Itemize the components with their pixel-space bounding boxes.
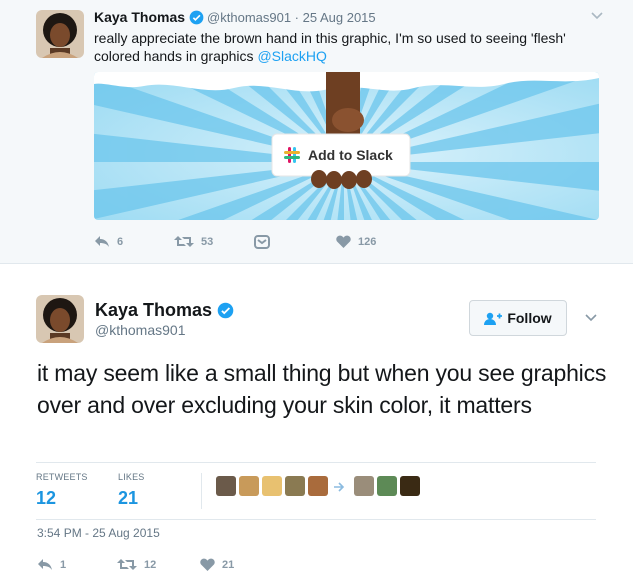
tweet-text: it may seem like a small thing but when … xyxy=(37,360,607,418)
liker-avatar[interactable] xyxy=(400,476,420,496)
liker-avatar[interactable] xyxy=(354,476,374,496)
tweet-text: really appreciate the brown hand in this… xyxy=(94,29,609,65)
like-count: 126 xyxy=(358,235,377,248)
mention-link[interactable]: @SlackHQ xyxy=(257,48,326,64)
author-handle[interactable]: @kthomas901 xyxy=(95,322,185,338)
retweets-stat[interactable]: RETWEETS 12 xyxy=(36,472,88,509)
liker-avatar[interactable] xyxy=(308,476,328,496)
author-name[interactable]: Kaya Thomas xyxy=(95,300,234,321)
avatar[interactable] xyxy=(36,10,84,58)
reply-count: 6 xyxy=(117,235,124,248)
likes-label: LIKES xyxy=(118,472,145,482)
likes-stat[interactable]: LIKES 21 xyxy=(118,472,145,509)
reply-icon xyxy=(38,559,52,570)
tweet-timestamp[interactable]: 3:54 PM - 25 Aug 2015 xyxy=(37,526,160,540)
retweet-count: 12 xyxy=(144,558,157,571)
like-action[interactable]: 21 xyxy=(200,558,234,571)
liker-avatar[interactable] xyxy=(285,476,305,496)
author-name[interactable]: Kaya Thomas xyxy=(94,9,185,25)
retweet-count: 53 xyxy=(201,235,214,248)
liker-avatar[interactable] xyxy=(239,476,259,496)
tweet-text-body: really appreciate the brown hand in this… xyxy=(94,30,566,64)
parent-tweet[interactable]: Kaya Thomas @kthomas901 · 25 Aug 2015 re… xyxy=(0,0,633,264)
chevron-down-icon[interactable] xyxy=(591,8,603,23)
author-name-text[interactable]: Kaya Thomas xyxy=(95,300,212,321)
verified-icon xyxy=(189,10,204,24)
verified-icon xyxy=(217,302,234,319)
retweet-icon xyxy=(174,236,194,247)
reply-icon xyxy=(95,236,109,247)
tweet-stats: RETWEETS 12 LIKES 21 xyxy=(36,462,596,520)
chevron-down-icon[interactable] xyxy=(585,310,597,325)
author-meta[interactable]: @kthomas901 · 25 Aug 2015 xyxy=(207,10,376,25)
like-icon xyxy=(336,235,351,248)
liker-avatar[interactable] xyxy=(216,476,236,496)
like-count: 21 xyxy=(222,558,235,571)
liker-avatar[interactable] xyxy=(332,480,346,494)
follow-label: Follow xyxy=(507,310,552,326)
dm-icon xyxy=(254,235,270,249)
retweet-action[interactable]: 53 xyxy=(174,235,213,248)
reply-action[interactable]: 1 xyxy=(37,558,66,571)
retweets-count: 12 xyxy=(36,488,57,508)
dm-action[interactable] xyxy=(254,235,277,249)
like-action[interactable]: 126 xyxy=(336,235,376,248)
tweet-media-image[interactable]: Add to Slack xyxy=(94,72,599,220)
avatar[interactable] xyxy=(36,295,84,343)
reply-action[interactable]: 6 xyxy=(94,235,123,248)
retweets-label: RETWEETS xyxy=(36,472,88,482)
follow-icon xyxy=(484,312,503,325)
follow-button[interactable]: Follow xyxy=(469,300,567,336)
likes-count: 21 xyxy=(118,488,139,508)
retweet-action[interactable]: 12 xyxy=(117,558,156,571)
reply-count: 1 xyxy=(60,558,67,571)
liker-avatar[interactable] xyxy=(377,476,397,496)
add-to-slack-label: Add to Slack xyxy=(308,147,393,163)
like-icon xyxy=(200,558,215,571)
retweet-icon xyxy=(117,559,137,570)
liker-avatar[interactable] xyxy=(262,476,282,496)
divider xyxy=(201,473,202,509)
